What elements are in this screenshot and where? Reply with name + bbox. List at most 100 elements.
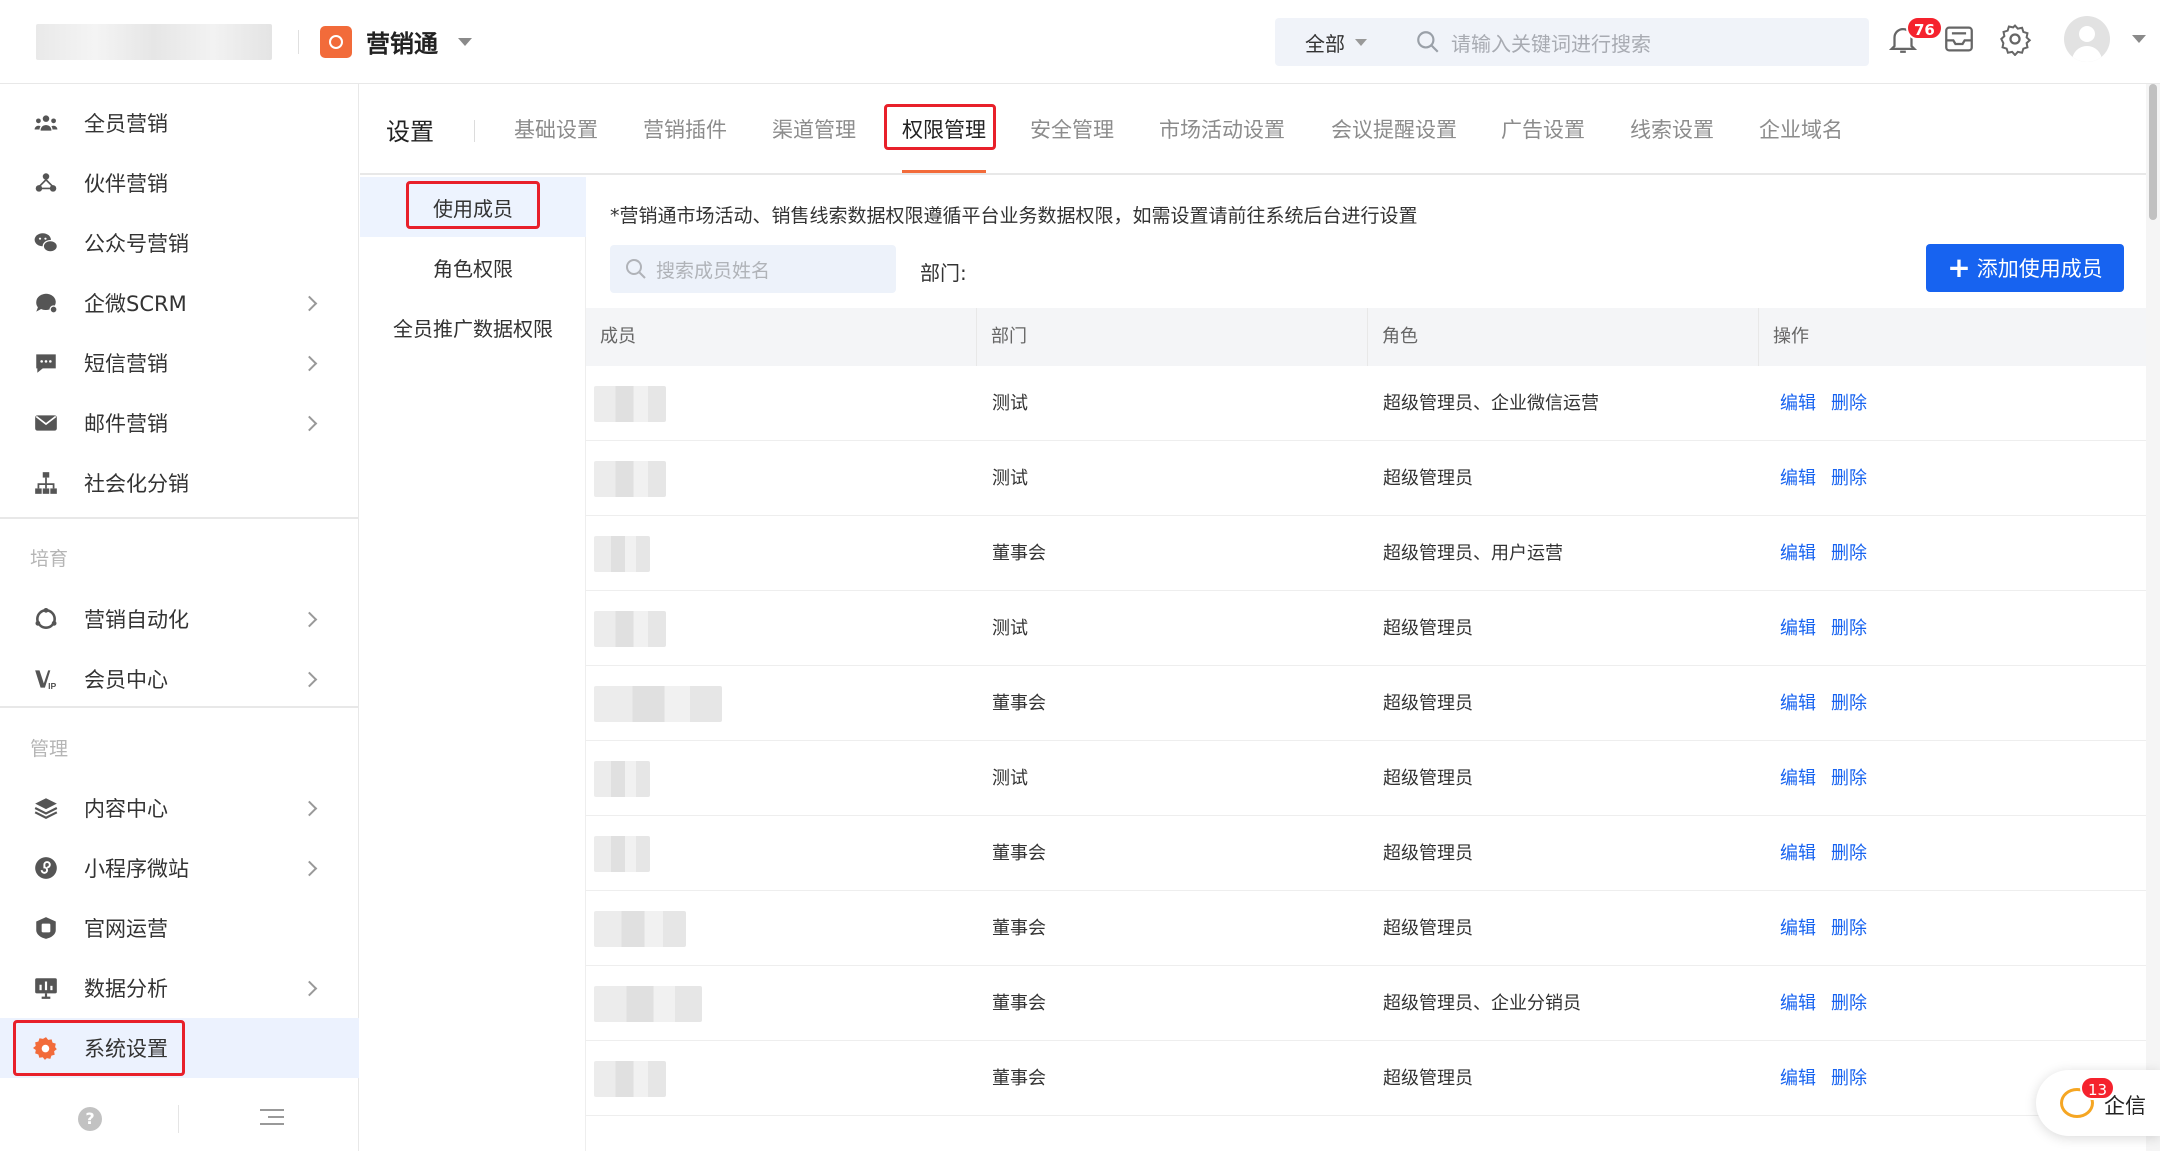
product-switcher[interactable]: 营销通 — [320, 24, 472, 59]
chevron-down-icon[interactable] — [2132, 35, 2146, 43]
scrollbar-thumb[interactable] — [2149, 84, 2157, 220]
sidebar-item-sms[interactable]: 短信营销 — [0, 333, 359, 393]
sidebar-item-official-account[interactable]: 公众号营销 — [0, 213, 359, 273]
help-icon[interactable]: ? — [78, 1107, 102, 1131]
chevron-right-icon — [301, 611, 318, 627]
sidebar-item-content-center[interactable]: 内容中心 — [0, 778, 359, 838]
miniprogram-icon — [32, 854, 60, 882]
sidebar-footer: ? — [0, 1087, 359, 1151]
sidebar-item-partner-marketing[interactable]: 伙伴营销 — [0, 153, 359, 213]
sidebar-item-label: 数据分析 — [84, 977, 168, 1001]
cell-department: 测试 — [992, 468, 1028, 489]
edit-link[interactable]: 编辑 — [1780, 1041, 1816, 1116]
divider — [0, 517, 359, 519]
delete-link[interactable]: 删除 — [1831, 891, 1867, 966]
table-row: 董事会 超级管理员 编辑 删除 — [586, 816, 2146, 891]
add-member-button[interactable]: + 添加使用成员 — [1926, 244, 2124, 292]
delete-link[interactable]: 删除 — [1831, 816, 1867, 891]
permission-subnav: 使用成员 角色权限 全员推广数据权限 — [360, 177, 586, 1151]
chevron-right-icon — [301, 295, 318, 311]
edit-link[interactable]: 编辑 — [1780, 741, 1816, 816]
member-search-input[interactable]: 搜索成员姓名 — [656, 256, 770, 283]
table-row: 董事会 超级管理员 编辑 删除 — [586, 1041, 2146, 1116]
sidebar-item-label: 社会化分销 — [84, 472, 189, 496]
search-input[interactable]: 请输入关键词进行搜索 — [1451, 28, 1651, 57]
edit-link[interactable]: 编辑 — [1780, 966, 1816, 1041]
divider — [474, 120, 475, 142]
table-row: 董事会 超级管理员、用户运营 编辑 删除 — [586, 516, 2146, 591]
chevron-right-icon — [301, 860, 318, 876]
subnav-item-promotion-data-permissions[interactable]: 全员推广数据权限 — [360, 297, 586, 357]
delete-link[interactable]: 删除 — [1831, 1041, 1867, 1116]
automation-icon — [32, 605, 60, 633]
delete-link[interactable]: 删除 — [1831, 591, 1867, 666]
sidebar-item-social-distribution[interactable]: 社会化分销 — [0, 453, 359, 513]
vip-icon: IP — [32, 665, 60, 693]
svg-text:IP: IP — [48, 681, 56, 691]
sidebar-item-label: 会员中心 — [84, 668, 168, 692]
divider — [0, 706, 359, 708]
inbox-button[interactable] — [1942, 22, 1976, 56]
tab-ad-settings[interactable]: 广告设置 — [1501, 114, 1585, 144]
edit-link[interactable]: 编辑 — [1780, 666, 1816, 741]
enterprise-chat-button[interactable]: 13 企信 — [2036, 1070, 2160, 1136]
sidebar-item-miniprogram[interactable]: 小程序微站 — [0, 838, 359, 898]
notification-badge: 76 — [1906, 16, 1943, 40]
cell-role: 超级管理员 — [1383, 693, 1473, 714]
cell-role: 超级管理员、企业微信运营 — [1383, 393, 1599, 414]
delete-link[interactable]: 删除 — [1831, 516, 1867, 591]
subnav-item-role-permissions[interactable]: 角色权限 — [360, 237, 586, 297]
company-logo-blurred — [36, 24, 272, 60]
tab-security-management[interactable]: 安全管理 — [1030, 114, 1114, 144]
sidebar-item-data-analysis[interactable]: 数据分析 — [0, 958, 359, 1018]
member-name-blurred — [594, 386, 666, 422]
tab-meeting-reminder-settings[interactable]: 会议提醒设置 — [1331, 114, 1457, 144]
edit-link[interactable]: 编辑 — [1780, 366, 1816, 441]
delete-link[interactable]: 删除 — [1831, 741, 1867, 816]
edit-link[interactable]: 编辑 — [1780, 516, 1816, 591]
tab-marketing-plugins[interactable]: 营销插件 — [643, 114, 727, 144]
highlight-box — [406, 181, 540, 229]
sidebar-item-scrm[interactable]: 企微SCRM — [0, 273, 359, 333]
member-search-field[interactable]: 搜索成员姓名 — [610, 245, 896, 293]
gear-icon — [2000, 24, 2032, 57]
table-row: 董事会 超级管理员 编辑 删除 — [586, 666, 2146, 741]
tab-enterprise-domain[interactable]: 企业域名 — [1759, 114, 1843, 144]
member-name-blurred — [594, 986, 702, 1022]
notifications-button[interactable]: 76 — [1886, 16, 1943, 56]
global-search: 全部 请输入关键词进行搜索 — [1275, 18, 1869, 66]
delete-link[interactable]: 删除 — [1831, 366, 1867, 441]
edit-link[interactable]: 编辑 — [1780, 441, 1816, 516]
page-scrollbar[interactable] — [2146, 84, 2160, 1151]
edit-link[interactable]: 编辑 — [1780, 591, 1816, 666]
column-header-actions: 操作 — [1758, 308, 2146, 366]
cell-role: 超级管理员 — [1383, 618, 1473, 639]
member-name-blurred — [594, 611, 666, 647]
collapse-sidebar-icon[interactable] — [260, 1109, 284, 1129]
sms-icon — [32, 349, 60, 377]
edit-link[interactable]: 编辑 — [1780, 891, 1816, 966]
search-scope-select[interactable]: 全部 — [1275, 28, 1405, 57]
column-header-role: 角色 — [1367, 308, 1758, 366]
table-row: 董事会 超级管理员、企业分销员 编辑 删除 — [586, 966, 2146, 1041]
delete-link[interactable]: 删除 — [1831, 441, 1867, 516]
delete-link[interactable]: 删除 — [1831, 966, 1867, 1041]
column-header-department: 部门 — [976, 308, 1367, 366]
sidebar-item-email[interactable]: 邮件营销 — [0, 393, 359, 453]
sidebar-item-website[interactable]: 官网运营 — [0, 898, 359, 958]
edit-link[interactable]: 编辑 — [1780, 816, 1816, 891]
plus-icon: + — [1947, 251, 1971, 284]
members-panel: *营销通市场活动、销售线索数据权限遵循平台业务数据权限，如需设置请前往系统后台进… — [586, 177, 2146, 1151]
delete-link[interactable]: 删除 — [1831, 666, 1867, 741]
user-avatar[interactable] — [2064, 16, 2110, 62]
settings-button[interactable] — [1998, 22, 2032, 57]
tab-channel-management[interactable]: 渠道管理 — [772, 114, 856, 144]
tab-lead-settings[interactable]: 线索设置 — [1630, 114, 1714, 144]
cell-department: 董事会 — [992, 918, 1046, 939]
tab-marketing-event-settings[interactable]: 市场活动设置 — [1159, 114, 1285, 144]
tab-basic-settings[interactable]: 基础设置 — [514, 114, 598, 144]
sidebar-item-all-staff-marketing[interactable]: 全员营销 — [0, 93, 359, 153]
wechat-icon — [32, 229, 60, 257]
sidebar-item-member-center[interactable]: IP 会员中心 — [0, 649, 359, 709]
sidebar-item-automation[interactable]: 营销自动化 — [0, 589, 359, 649]
